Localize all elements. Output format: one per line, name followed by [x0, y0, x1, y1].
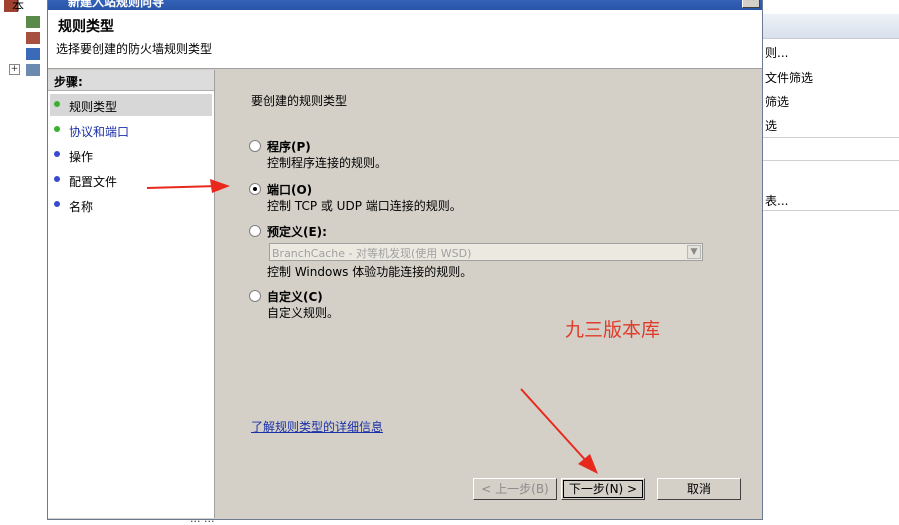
annotation-arrows	[146, 179, 598, 474]
annotation-arrow-next	[520, 388, 598, 474]
annotation-arrow-port	[146, 179, 230, 193]
